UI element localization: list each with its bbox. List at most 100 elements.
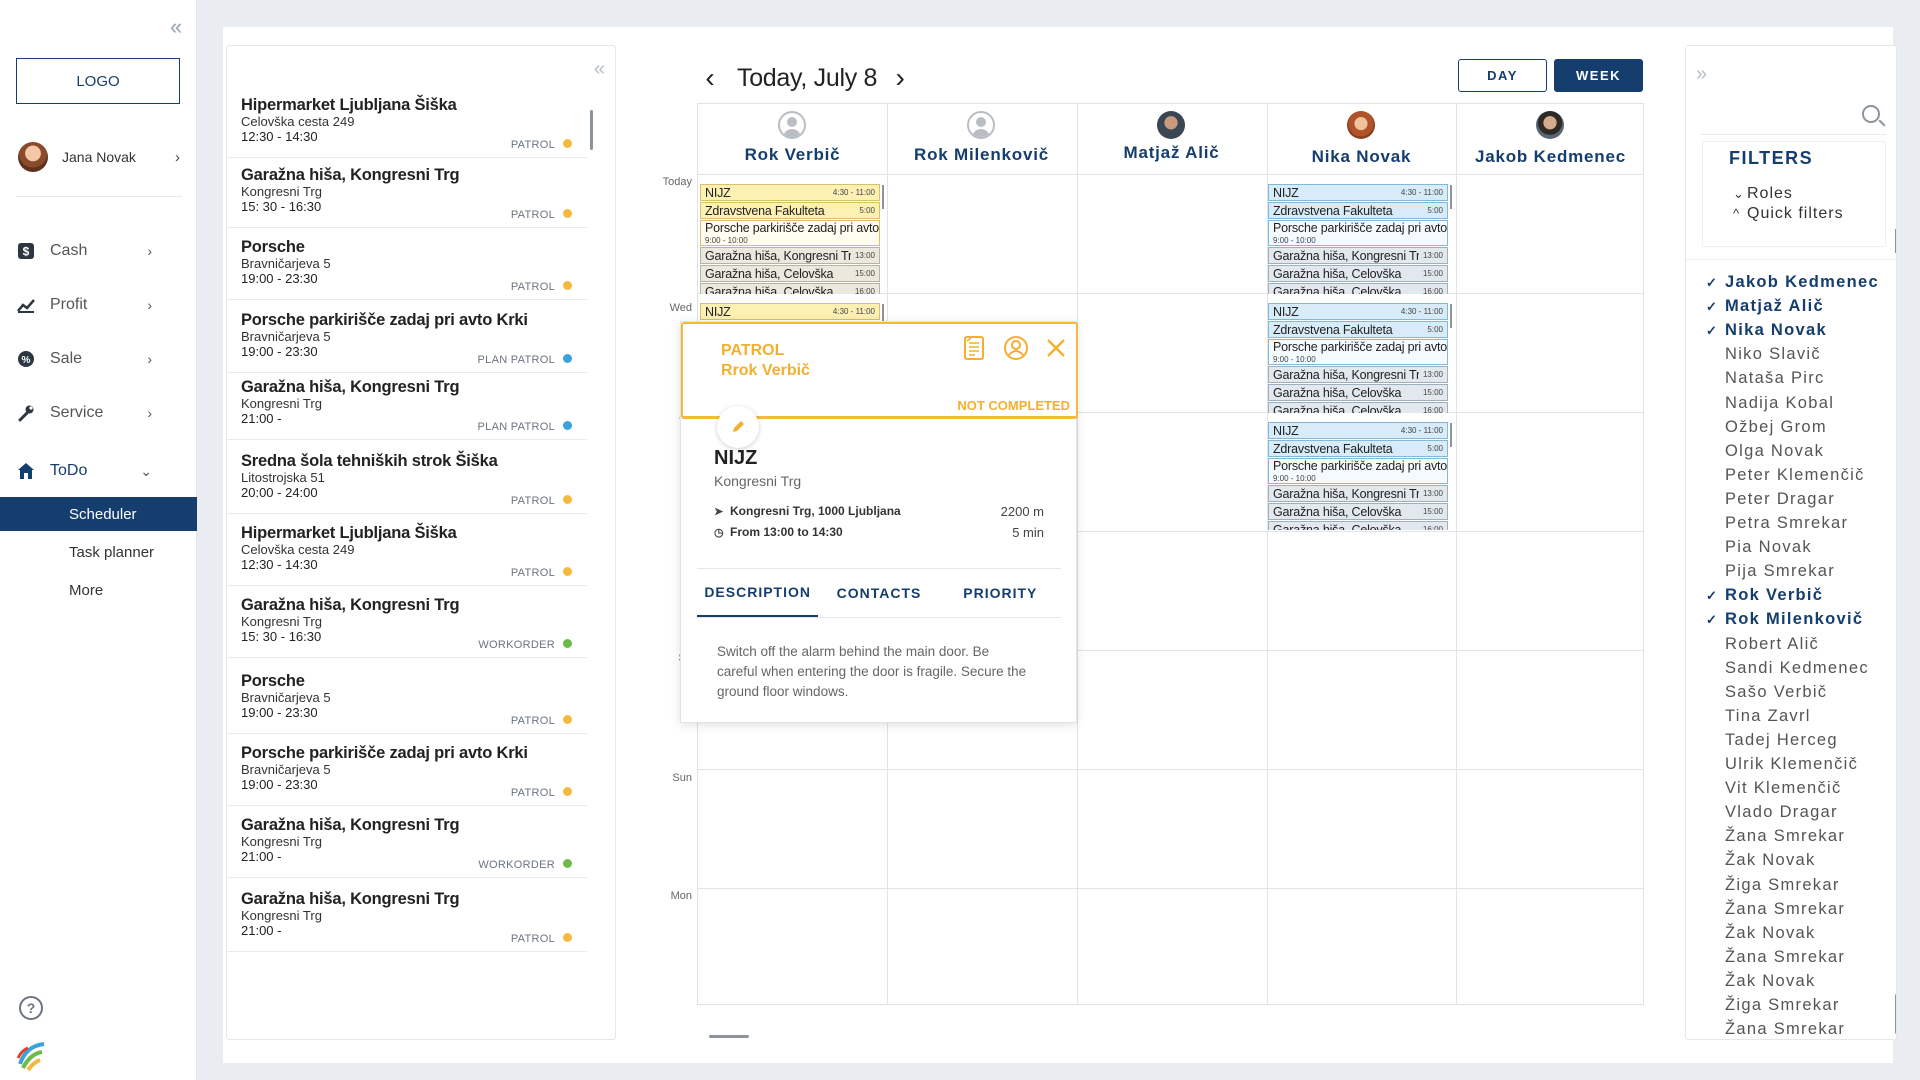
task-list-item[interactable]: Garažna hiša, Kongresni Trg Kongresni Trg… bbox=[227, 806, 587, 878]
calendar-event[interactable]: Garažna hiša, Kongresni Trg 13:00 bbox=[1268, 485, 1448, 502]
calendar-event[interactable]: Porsche parkirišče zadaj pri avto Krki9:… bbox=[1268, 220, 1448, 246]
expand-panel-icon[interactable]: » bbox=[1696, 63, 1707, 86]
scheduler-scrollbar[interactable] bbox=[709, 1035, 749, 1038]
filter-person-item[interactable]: ✓ Rok Milenkovič bbox=[1706, 610, 1891, 629]
task-list-item[interactable]: Porsche Bravničarjeva 5 19:00 - 23:30 PATRO… bbox=[227, 228, 587, 300]
event-stack-scrollbar[interactable] bbox=[1450, 304, 1452, 328]
task-list-item[interactable]: Sredna šola tehniških strok Šiška Litostr… bbox=[227, 442, 587, 514]
task-list-item[interactable]: Hipermarket Ljubljana Šiška Celovška cest… bbox=[227, 514, 587, 586]
filter-person-item[interactable]: Žana Smrekar bbox=[1706, 948, 1891, 967]
calendar-event[interactable]: Porsche parkirišče zadaj pri avto Krki9:… bbox=[700, 220, 880, 246]
task-list-item[interactable]: Garažna hiša, Kongresni Trg Kongresni Trg… bbox=[227, 368, 587, 440]
filter-person-item[interactable]: Ulrik Klemenčič bbox=[1706, 755, 1891, 774]
event-stack-scrollbar[interactable] bbox=[882, 185, 884, 209]
calendar-event[interactable]: NIJZ 4:30 - 11:00 bbox=[700, 184, 880, 201]
task-list-item[interactable]: Porsche parkirišče zadaj pri avto Krki Br… bbox=[227, 301, 587, 373]
nav-item-profit[interactable]: Profit › bbox=[14, 288, 174, 322]
document-icon[interactable] bbox=[961, 334, 987, 362]
filter-person-item[interactable]: Tadej Herceg bbox=[1706, 731, 1891, 750]
calendar-event[interactable]: Zdravstvena Fakulteta 5:00 bbox=[700, 202, 880, 219]
filters-scrollbar[interactable] bbox=[1895, 229, 1896, 253]
calendar-event[interactable]: Garažna hiša, Celovška 16:00 bbox=[1268, 283, 1448, 294]
user-menu[interactable]: Jana Novak › bbox=[18, 140, 180, 174]
filter-person-item[interactable]: Niko Slavič bbox=[1706, 345, 1891, 364]
filter-person-item[interactable]: Žak Novak bbox=[1706, 972, 1891, 991]
search-input[interactable] bbox=[1700, 101, 1886, 135]
task-list-item[interactable]: Garažna hiša, Kongresni Trg Kongresni Trg… bbox=[227, 586, 587, 658]
roles-toggle[interactable]: ⌄ Roles bbox=[1733, 185, 1793, 203]
filter-person-item[interactable]: Žiga Smrekar bbox=[1706, 996, 1891, 1015]
calendar-event[interactable]: NIJZ 4:30 - 11:00 bbox=[700, 303, 880, 320]
filter-person-item[interactable]: Žana Smrekar bbox=[1706, 827, 1891, 846]
filter-person-item[interactable]: Žak Novak bbox=[1706, 924, 1891, 943]
column-header[interactable]: Nika Novak bbox=[1267, 104, 1456, 174]
filter-person-item[interactable]: Ožbej Grom bbox=[1706, 418, 1891, 437]
filter-person-item[interactable]: Žana Smrekar bbox=[1706, 1020, 1891, 1039]
task-list-item[interactable]: Porsche Bravničarjeva 5 19:00 - 23:30 PATRO… bbox=[227, 662, 587, 734]
filter-person-item[interactable]: Olga Novak bbox=[1706, 442, 1891, 461]
filter-person-item[interactable]: ✓ Jakob Kedmenec bbox=[1706, 273, 1891, 292]
filter-person-item[interactable]: Petra Smrekar bbox=[1706, 514, 1891, 533]
calendar-event[interactable]: Garažna hiša, Kongresni Trg 13:00 bbox=[1268, 247, 1448, 264]
filter-person-item[interactable]: Peter Klemenčič bbox=[1706, 466, 1891, 485]
filter-person-item[interactable]: Žana Smrekar bbox=[1706, 900, 1891, 919]
task-list-item[interactable]: Garažna hiša, Kongresni Trg Kongresni Trg… bbox=[227, 156, 587, 228]
filter-person-item[interactable]: ✓ Nika Novak bbox=[1706, 321, 1891, 340]
column-header[interactable]: Jakob Kedmenec bbox=[1456, 104, 1645, 174]
filter-person-item[interactable]: ✓ Rok Verbič bbox=[1706, 586, 1891, 605]
calendar-event[interactable]: NIJZ 4:30 - 11:00 bbox=[1268, 303, 1448, 320]
calendar-event[interactable]: Garažna hiša, Kongresni Trg 13:00 bbox=[700, 247, 880, 264]
calendar-event[interactable]: Garažna hiša, Kongresni Trg 13:00 bbox=[1268, 366, 1448, 383]
filter-person-item[interactable]: Tina Zavrl bbox=[1706, 707, 1891, 726]
filter-person-item[interactable]: ✓ Matjaž Alič bbox=[1706, 297, 1891, 316]
prev-arrow-icon[interactable]: ‹ bbox=[697, 62, 723, 94]
filter-person-item[interactable]: Pia Novak bbox=[1706, 538, 1891, 557]
filter-person-item[interactable]: Vit Klemenčič bbox=[1706, 779, 1891, 798]
nav-item-todo[interactable]: ToDo ⌄ bbox=[14, 454, 174, 488]
calendar-event[interactable]: Garažna hiša, Celovška 16:00 bbox=[1268, 402, 1448, 413]
calendar-event[interactable]: Garažna hiša, Celovška 16:00 bbox=[1268, 521, 1448, 530]
filter-person-item[interactable]: Vlado Dragar bbox=[1706, 803, 1891, 822]
help-icon[interactable]: ? bbox=[19, 996, 43, 1020]
calendar-event[interactable]: Garažna hiša, Celovška 15:00 bbox=[1268, 265, 1448, 282]
subnav-task-planner[interactable]: Task planner bbox=[0, 535, 197, 569]
calendar-event[interactable]: Zdravstvena Fakulteta 5:00 bbox=[1268, 440, 1448, 457]
event-stack-scrollbar[interactable] bbox=[1450, 185, 1452, 209]
calendar-event[interactable]: Zdravstvena Fakulteta 5:00 bbox=[1268, 321, 1448, 338]
collapse-nav-icon[interactable]: « bbox=[170, 14, 182, 40]
filter-person-item[interactable]: Sašo Verbič bbox=[1706, 683, 1891, 702]
calendar-event[interactable]: NIJZ 4:30 - 11:00 bbox=[1268, 184, 1448, 201]
calendar-event[interactable]: Zdravstvena Fakulteta 5:00 bbox=[1268, 202, 1448, 219]
collapse-list-icon[interactable]: « bbox=[594, 58, 605, 81]
calendar-event[interactable]: Garažna hiša, Celovška 15:00 bbox=[1268, 384, 1448, 401]
next-arrow-icon[interactable]: › bbox=[887, 62, 913, 94]
close-icon[interactable] bbox=[1043, 334, 1069, 362]
task-list-scrollbar[interactable] bbox=[590, 110, 593, 150]
filter-person-item[interactable]: Žiga Smrekar bbox=[1706, 876, 1891, 895]
column-header[interactable]: Matjaž Alič bbox=[1077, 104, 1266, 174]
column-header[interactable]: Rok Verbič bbox=[698, 104, 887, 174]
calendar-event[interactable]: Porsche parkirišče zadaj pri avto Krki9:… bbox=[1268, 339, 1448, 365]
filter-person-item[interactable]: Nataša Pirc bbox=[1706, 369, 1891, 388]
calendar-event[interactable]: Garažna hiša, Celovška 16:00 bbox=[700, 283, 880, 294]
subnav-scheduler[interactable]: Scheduler bbox=[0, 497, 197, 531]
calendar-event[interactable]: NIJZ 4:30 - 11:00 bbox=[1268, 422, 1448, 439]
filter-person-item[interactable]: Žak Novak bbox=[1706, 851, 1891, 870]
tab-description[interactable]: DESCRIPTION bbox=[697, 569, 819, 617]
filter-person-item[interactable]: Sandi Kedmenec bbox=[1706, 659, 1891, 678]
calendar-event[interactable]: Porsche parkirišče zadaj pri avto Krki9:… bbox=[1268, 458, 1448, 484]
filter-person-item[interactable]: Pija Smrekar bbox=[1706, 562, 1891, 581]
task-list-item[interactable]: Hipermarket Ljubljana Šiška Celovška cest… bbox=[227, 86, 587, 158]
event-stack-scrollbar[interactable] bbox=[1450, 423, 1452, 447]
filter-person-item[interactable]: Peter Dragar bbox=[1706, 490, 1891, 509]
day-view-button[interactable]: DAY bbox=[1458, 59, 1547, 92]
filter-person-item[interactable]: Robert Alič bbox=[1706, 635, 1891, 654]
quick-filters-toggle[interactable]: ^ Quick filters bbox=[1733, 205, 1844, 223]
filter-person-item[interactable]: Nadija Kobal bbox=[1706, 394, 1891, 413]
people-scrollbar[interactable] bbox=[1895, 994, 1896, 1034]
calendar-event[interactable]: Garažna hiša, Celovška 15:00 bbox=[700, 265, 880, 282]
task-list-item[interactable]: Porsche parkirišče zadaj pri avto Krki Br… bbox=[227, 734, 587, 806]
assign-user-icon[interactable] bbox=[1003, 334, 1029, 362]
subnav-more[interactable]: More bbox=[0, 573, 197, 607]
tab-contacts[interactable]: CONTACTS bbox=[818, 569, 939, 617]
